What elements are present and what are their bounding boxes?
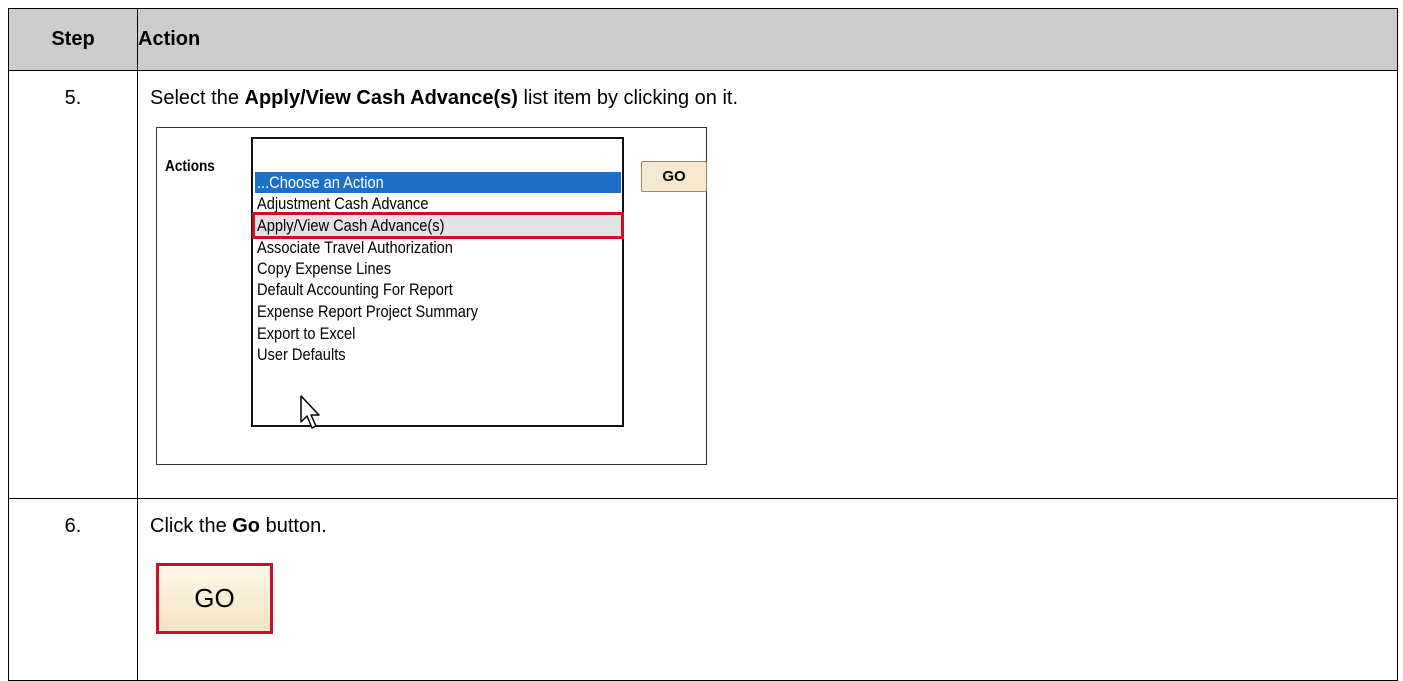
list-item[interactable]: User Defaults	[255, 344, 621, 365]
list-item[interactable]: Adjustment Cash Advance	[255, 193, 621, 214]
go-button-screenshot[interactable]: GO	[156, 563, 273, 634]
list-item[interactable]: Default Accounting For Report	[255, 279, 621, 300]
header-step: Step	[8, 8, 138, 71]
mouse-cursor-icon	[300, 395, 320, 429]
instruction-text: Select the Apply/View Cash Advance(s) li…	[150, 87, 739, 109]
list-item[interactable]: Associate Travel Authorization	[255, 237, 621, 258]
list-item[interactable]: Export to Excel	[255, 323, 621, 344]
actions-screenshot: Actions ...Choose an Action Adjustment C…	[156, 127, 707, 465]
list-item[interactable]: Apply/View Cash Advance(s)	[252, 212, 624, 239]
instruction-text: Click the Go button.	[150, 515, 327, 537]
header-row: Step Action	[8, 8, 1398, 71]
step-number: 6.	[8, 498, 138, 681]
steps-table: Step Action 5. Select the Apply/View Cas…	[8, 8, 1398, 681]
go-button-label: GO	[194, 583, 235, 613]
actions-listbox[interactable]: ...Choose an Action Adjustment Cash Adva…	[251, 137, 624, 427]
go-button[interactable]: GO	[641, 161, 707, 192]
list-item[interactable]: Copy Expense Lines	[255, 258, 621, 279]
step-row: 6. Click the Go button. GO	[8, 498, 1398, 681]
step-number: 5.	[8, 70, 138, 499]
actions-label: Actions	[165, 158, 215, 175]
step-action: Select the Apply/View Cash Advance(s) li…	[137, 70, 1398, 499]
list-item[interactable]: Expense Report Project Summary	[255, 301, 621, 322]
list-item[interactable]: ...Choose an Action	[255, 172, 621, 193]
header-action: Action	[137, 8, 1398, 71]
step-row: 5. Select the Apply/View Cash Advance(s)…	[8, 70, 1398, 499]
step-action: Click the Go button. GO	[137, 498, 1398, 681]
